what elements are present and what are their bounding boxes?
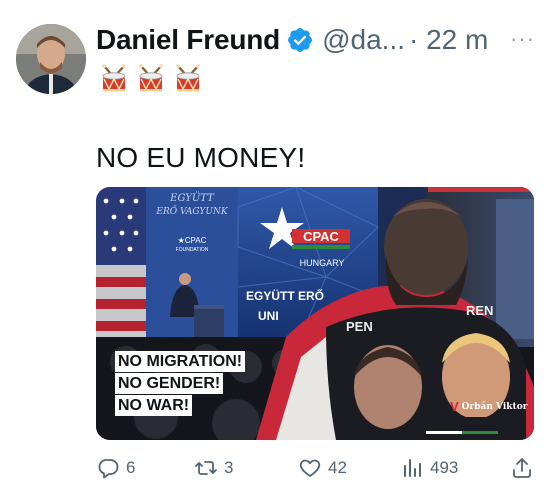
tweet-image[interactable]: EGYÜTT ERŐ VAGYUNK ★CPAC FOUNDATION CPAC… — [96, 187, 534, 440]
like-icon — [299, 459, 321, 477]
image-caption-line: NO MIGRATION! — [115, 351, 246, 372]
tweet-header: Daniel Freund @da... · 22 m — [96, 20, 488, 60]
svg-text:HUNGARY: HUNGARY — [300, 258, 345, 268]
tweet-actions: 6 3 42 493 — [96, 456, 536, 480]
svg-text:REN: REN — [466, 303, 493, 318]
share-button[interactable] — [510, 456, 534, 480]
svg-text:FOUNDATION: FOUNDATION — [176, 247, 209, 253]
brand-logo-icon: V — [450, 399, 459, 414]
svg-text:EGYÜTT: EGYÜTT — [169, 192, 215, 204]
drum-emoji-icon — [102, 64, 126, 92]
retweet-button[interactable]: 3 — [194, 456, 233, 480]
reply-icon — [98, 459, 119, 479]
brand-name: Orbán Viktor — [461, 401, 528, 412]
views-icon — [404, 459, 421, 477]
drum-emoji-icon — [176, 64, 200, 92]
views-button[interactable]: 493 — [400, 456, 458, 480]
image-caption-line: NO GENDER! — [115, 373, 224, 394]
svg-text:UNI: UNI — [258, 309, 279, 323]
verified-badge-icon — [288, 28, 313, 52]
share-icon — [513, 458, 531, 478]
tweet-timestamp[interactable]: · 22 m — [409, 24, 488, 56]
svg-text:EGYÜTT ERŐ: EGYÜTT ERŐ — [246, 288, 324, 303]
emoji-line — [100, 64, 202, 94]
like-button[interactable]: 42 — [298, 456, 347, 480]
image-brand-watermark: V Orbán Viktor — [450, 399, 527, 414]
more-options-icon[interactable]: ··· — [510, 26, 535, 52]
views-count: 493 — [430, 458, 459, 477]
reply-count: 6 — [126, 458, 136, 477]
author-name[interactable]: Daniel Freund — [96, 24, 280, 56]
svg-text:★CPAC: ★CPAC — [178, 236, 207, 245]
author-handle[interactable]: @da... — [322, 24, 405, 56]
retweet-count: 3 — [224, 458, 234, 477]
retweet-icon — [195, 461, 217, 475]
tweet-text: NO EU MONEY! — [96, 142, 306, 173]
author-avatar[interactable] — [16, 24, 86, 94]
svg-text:PEN: PEN — [346, 319, 373, 334]
like-count: 42 — [328, 458, 347, 477]
svg-text:CPAC: CPAC — [303, 229, 339, 244]
tweet-card[interactable]: Daniel Freund @da... · 22 m ··· NO EU MO… — [0, 0, 552, 501]
drum-emoji-icon — [139, 64, 163, 92]
reply-button[interactable]: 6 — [96, 456, 135, 480]
image-caption-line: NO WAR! — [115, 395, 193, 416]
